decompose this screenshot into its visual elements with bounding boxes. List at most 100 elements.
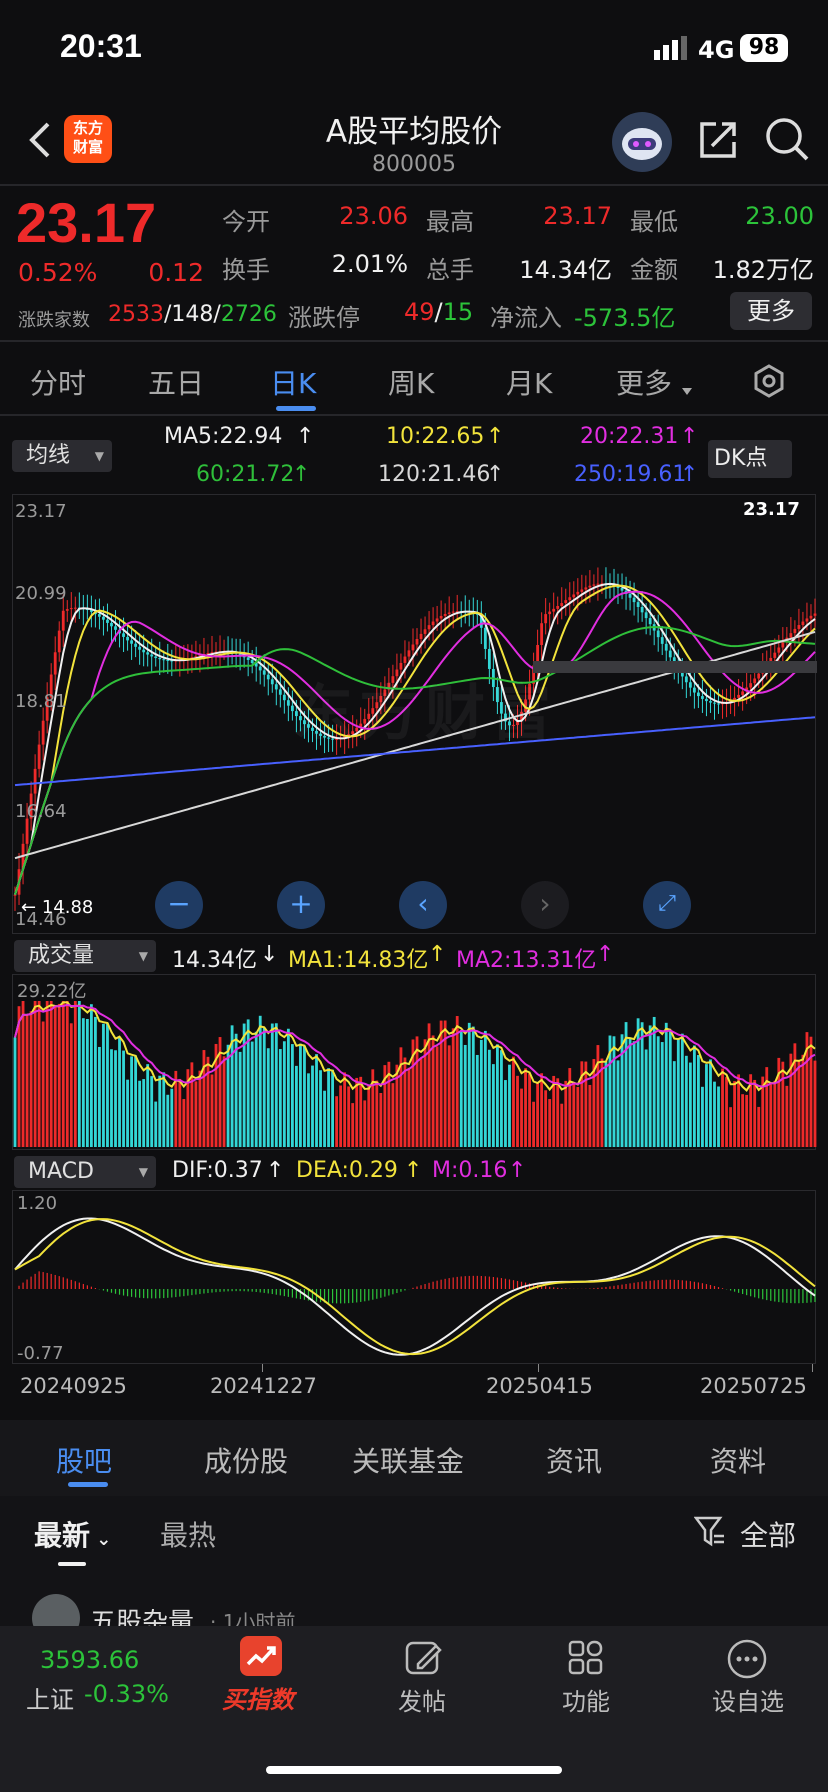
- add-watchlist-label[interactable]: 设自选: [706, 1682, 790, 1717]
- ma-dropdown[interactable]: 均线 ▼: [12, 440, 112, 472]
- limit-up: 49: [404, 298, 435, 326]
- scroll-right-button[interactable]: ›: [521, 881, 569, 929]
- post-label[interactable]: 发帖: [382, 1682, 462, 1717]
- volume-bar: [455, 1016, 459, 1147]
- candle: [89, 595, 93, 628]
- volume-bar: [616, 1060, 620, 1147]
- macd-chart[interactable]: 1.20 -0.77: [12, 1190, 816, 1364]
- functions-label[interactable]: 功能: [546, 1682, 626, 1717]
- trend-icon[interactable]: [240, 1636, 282, 1676]
- volume-bar: [701, 1086, 704, 1147]
- zoom-in-button[interactable]: +: [277, 881, 325, 929]
- feed-tab-hot[interactable]: 最热: [160, 1514, 216, 1554]
- tab-weekly-k[interactable]: 周K: [388, 362, 434, 402]
- volume-bar: [447, 1045, 451, 1147]
- volume-bar: [504, 1080, 507, 1147]
- macd-bar: [504, 1278, 507, 1289]
- tab-guba[interactable]: 股吧: [56, 1440, 112, 1480]
- candle: [77, 592, 81, 620]
- filter-all[interactable]: 全部: [740, 1514, 796, 1554]
- index-value[interactable]: 3593.66: [40, 1646, 139, 1674]
- tab-intraday[interactable]: 分时: [30, 362, 86, 402]
- macd-bar: [118, 1289, 121, 1295]
- macd-dropdown[interactable]: MACD ▼: [14, 1156, 156, 1188]
- tab-active-indicator: [276, 406, 316, 411]
- candle: [246, 641, 250, 677]
- volume-bar: [644, 1049, 648, 1147]
- gear-icon[interactable]: [752, 364, 786, 402]
- candle: [455, 594, 459, 621]
- macd-bar: [697, 1282, 700, 1289]
- macd-bar: [717, 1287, 720, 1289]
- more-circle-icon[interactable]: [726, 1638, 768, 1684]
- content-tab-indicator: [68, 1482, 108, 1487]
- volume-dropdown[interactable]: 成交量 ▼: [14, 940, 156, 972]
- filter-icon[interactable]: [693, 1514, 726, 1552]
- kline-chart[interactable]: 23.17 20.99 18.81 16.64 14.46 23.17 ← 14…: [12, 494, 817, 934]
- tab-more[interactable]: 更多: [616, 362, 672, 402]
- candle: [73, 596, 77, 623]
- last-price-label: 23.17: [743, 499, 800, 520]
- tab-daily-k[interactable]: 日K: [270, 362, 316, 402]
- macd-bar: [388, 1289, 390, 1296]
- macd-bar: [46, 1272, 48, 1289]
- volume-chart[interactable]: 29.22亿: [12, 974, 817, 1150]
- macd-bar: [593, 1288, 595, 1289]
- macd-bar: [38, 1271, 40, 1289]
- volume-bar: [576, 1086, 580, 1147]
- macd-bar: [549, 1286, 551, 1289]
- index-name[interactable]: 上证: [26, 1680, 74, 1715]
- open-label: 今开: [222, 208, 270, 236]
- macd-bar: [18, 1285, 20, 1289]
- index-change[interactable]: -0.33%: [84, 1680, 169, 1708]
- dk-point-button[interactable]: DK点: [708, 440, 792, 478]
- volume-bar: [733, 1081, 736, 1147]
- back-icon[interactable]: [26, 120, 52, 164]
- candle: [158, 641, 162, 676]
- robot-assistant-icon[interactable]: [612, 112, 672, 172]
- scroll-left-button[interactable]: ‹: [399, 881, 447, 929]
- macd-bar: [770, 1289, 772, 1301]
- fullscreen-button[interactable]: ⤢: [643, 881, 691, 929]
- feed-tab-latest[interactable]: 最新 ⌄: [34, 1514, 111, 1554]
- candle: [210, 635, 214, 667]
- macd-bar: [135, 1289, 137, 1298]
- functions-icon[interactable]: [566, 1638, 606, 1682]
- volume-bar: [278, 1049, 282, 1147]
- search-icon[interactable]: [764, 116, 810, 166]
- tab-profile[interactable]: 资料: [710, 1440, 766, 1480]
- volume-bar: [49, 1001, 53, 1147]
- volume-bar: [347, 1086, 351, 1147]
- volume-bar: [419, 1058, 423, 1147]
- macd-bar: [802, 1289, 804, 1304]
- volume-bar: [672, 1061, 676, 1147]
- edit-post-icon[interactable]: [404, 1638, 444, 1682]
- macd-bar: [472, 1275, 474, 1289]
- macd-bar: [155, 1289, 157, 1299]
- feed-latest-label: 最新: [34, 1519, 91, 1552]
- macd-bar: [798, 1289, 800, 1304]
- macd-bar: [512, 1280, 515, 1289]
- tab-news[interactable]: 资讯: [546, 1440, 602, 1480]
- buy-index-label[interactable]: 买指数: [222, 1680, 294, 1715]
- macd-bar: [384, 1289, 386, 1297]
- tab-constituents[interactable]: 成份股: [204, 1440, 288, 1480]
- macd-bar: [392, 1289, 394, 1295]
- more-button[interactable]: 更多: [730, 292, 812, 330]
- volume-bar: [692, 1045, 696, 1147]
- tab-monthly-k[interactable]: 月K: [506, 362, 552, 402]
- candle: [202, 637, 206, 665]
- date-label-3: 20250415: [486, 1374, 593, 1398]
- macd-bar: [464, 1276, 466, 1289]
- macd-bar: [589, 1288, 591, 1289]
- volume-bar: [299, 1043, 302, 1147]
- tab-related-funds[interactable]: 关联基金: [352, 1440, 464, 1480]
- macd-bar: [460, 1276, 462, 1289]
- volume-bar: [77, 1001, 81, 1147]
- limit-values: 49/15: [404, 298, 474, 326]
- zoom-out-button[interactable]: −: [155, 881, 203, 929]
- share-icon[interactable]: [696, 118, 740, 166]
- tab-five-day[interactable]: 五日: [148, 362, 204, 402]
- volume-bar: [351, 1103, 355, 1147]
- macd-bar: [86, 1285, 88, 1289]
